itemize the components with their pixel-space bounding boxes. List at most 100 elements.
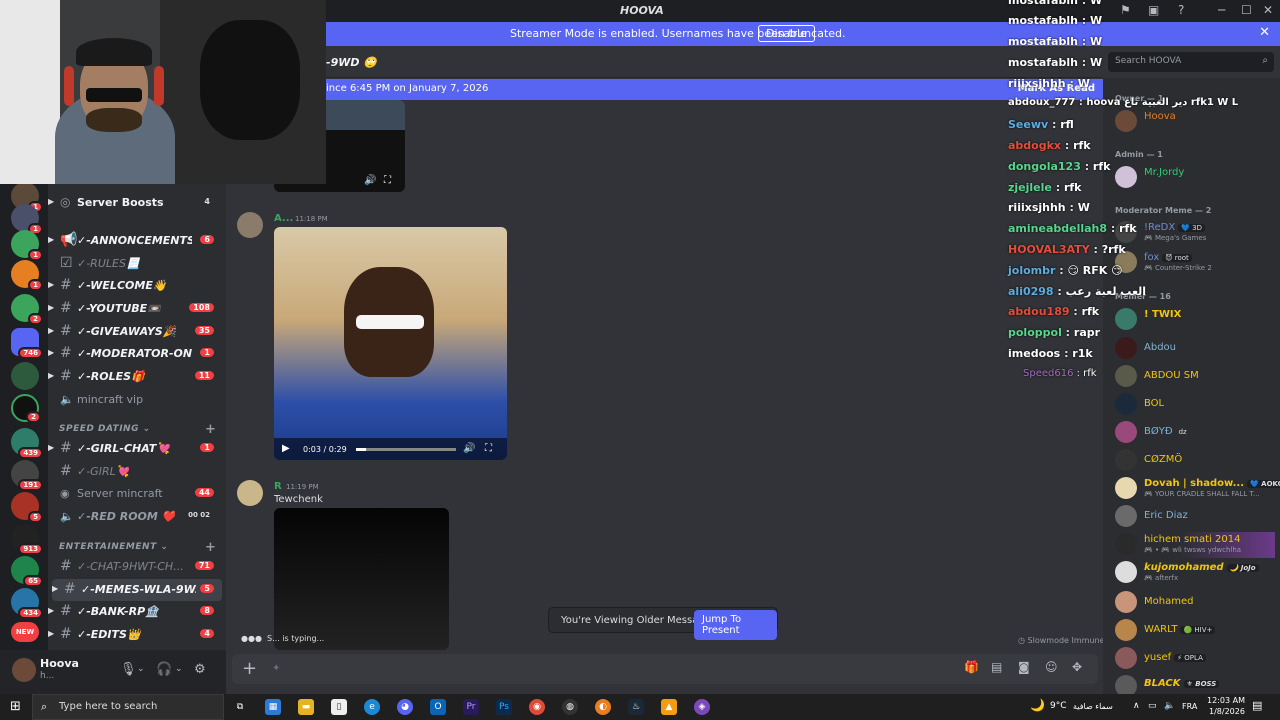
volume-icon[interactable]: 🔈 — [1164, 701, 1175, 711]
member-item[interactable]: fox 😈 root 🎮 Counter-Strike 2 — [1115, 250, 1275, 276]
video-embed[interactable] — [274, 508, 449, 650]
steam-icon[interactable]: ♨ — [628, 699, 644, 715]
member-item[interactable]: BLACK ⚜ BOSS — [1115, 674, 1275, 694]
member-item[interactable]: hichem smati 2014 🎮 • 🎮 wli twsws ydwchlh… — [1115, 532, 1275, 558]
channel-item[interactable]: ▶ # ✓-EDITS👑 4 — [48, 624, 226, 646]
server-icon[interactable]: 191 — [11, 460, 43, 491]
chevron-down-icon[interactable]: ⌄ — [137, 664, 145, 674]
maximize-button[interactable]: ☐ — [1241, 3, 1252, 17]
server-icon[interactable]: 1 — [11, 230, 43, 261]
task-view-icon[interactable]: ⧉ — [232, 699, 248, 715]
video-progress[interactable] — [356, 448, 456, 451]
discord-icon[interactable]: ◕ — [397, 699, 413, 715]
server-icon[interactable]: 2 — [11, 394, 41, 423]
video-embed[interactable]: ▶ 0:03 / 0:29 🔊 ⛶ — [274, 227, 507, 460]
channel-item[interactable]: ▶ # ✓-ROLES🎁 11 — [48, 366, 226, 388]
channel-item[interactable]: ▶ # ✓-BANK-RP🏦 8 — [48, 601, 226, 623]
weather-icon[interactable]: 🌙 — [1030, 698, 1045, 712]
network-icon[interactable]: ▭ — [1148, 701, 1157, 711]
member-item[interactable]: kujomohamed 🌙 JoJo 🎮 afterfx — [1115, 560, 1275, 586]
server-icon[interactable]: 1 — [11, 204, 43, 235]
member-item[interactable]: yusef ⚡ OPLA — [1115, 646, 1275, 672]
volume-icon[interactable]: 🔊 — [364, 175, 376, 186]
channel-item[interactable]: ▶ # ✓-WELCOME👋 — [48, 275, 226, 297]
server-icon[interactable]: 913 — [11, 524, 43, 555]
server-icon[interactable]: 439 — [11, 428, 43, 459]
member-item[interactable]: WARLT 🟢 HIV+ — [1115, 618, 1275, 644]
headphones-icon[interactable]: 🎧 — [156, 662, 172, 677]
sticker-icon[interactable]: ◙ — [1018, 660, 1030, 674]
windows-start-icon[interactable]: ⊞ — [10, 699, 21, 714]
member-item[interactable]: BOL — [1115, 392, 1275, 418]
clock-time[interactable]: 12:03 AM — [1207, 696, 1245, 705]
category-header[interactable]: SPEED DATING ⌄ + — [59, 422, 216, 437]
member-item[interactable]: Eric Diaz — [1115, 504, 1275, 530]
minimize-button[interactable]: ─ — [1218, 3, 1225, 17]
jump-to-present-button[interactable]: Jump To Present — [694, 610, 777, 640]
store-icon[interactable]: ▦ — [265, 699, 281, 715]
member-item[interactable]: !ReDX 💙 3D 🎮 Mega's Games — [1115, 220, 1275, 246]
clock-date[interactable]: 1/8/2026 — [1209, 707, 1245, 716]
disable-button[interactable]: Disable — [758, 25, 815, 42]
member-item[interactable]: Hoova — [1115, 109, 1275, 135]
photoshop-icon[interactable]: Ps — [496, 699, 512, 715]
channel-item[interactable]: # ✓-GIRL💘 — [48, 461, 226, 483]
member-item[interactable]: BØYĐ dz — [1115, 420, 1275, 446]
taskbar-search[interactable]: ⌕ Type here to search — [32, 694, 224, 720]
fullscreen-icon[interactable]: ⛶ — [485, 443, 492, 454]
server-icon[interactable] — [11, 362, 39, 390]
emoji-icon[interactable]: ☺ — [1045, 660, 1058, 674]
add-attachment-icon[interactable]: + — [242, 658, 257, 679]
app-icon[interactable]: ▲ — [661, 699, 677, 715]
unread-bar[interactable]: ince 6:45 PM on January 7, 2026 Mark As … — [326, 79, 1103, 100]
member-item[interactable]: Dovah | shadow...💙 AOKO🎮 YOUR CRADLE SHA… — [1115, 476, 1280, 502]
server-icon[interactable]: 65 — [11, 556, 43, 587]
avatar[interactable] — [237, 480, 263, 506]
member-item[interactable]: ! TWIX — [1115, 307, 1275, 333]
outlook-icon[interactable]: O — [430, 699, 446, 715]
screen-icon[interactable]: ▣ — [1148, 3, 1159, 17]
message-author[interactable]: R — [274, 481, 282, 492]
search-input[interactable]: Search HOOVA ⌕ — [1108, 52, 1274, 72]
fullscreen-icon[interactable]: ⛶ — [384, 175, 391, 186]
channel-item[interactable]: ☑ ✓-RULES📃 — [48, 253, 226, 275]
message-author[interactable]: A... — [274, 213, 293, 224]
message-input[interactable]: + ✦ 🎁 ▤ ◙ ☺ ✥ — [232, 654, 1098, 684]
edge-icon[interactable]: e — [364, 699, 380, 715]
channel-item[interactable]: ▶ # ✓-MODERATOR-ON... 1 — [48, 343, 226, 365]
stage-channel-item[interactable]: ◉ Server mincraft 44 — [48, 483, 226, 505]
avatar[interactable] — [237, 212, 263, 238]
notification-icon[interactable]: ▤ — [1252, 699, 1262, 712]
gif-icon[interactable]: ▤ — [991, 660, 1002, 674]
channel-item[interactable]: ▶ # ✓-GIVEAWAYS🎉 35 — [48, 321, 226, 343]
app-icon[interactable]: ◐ — [595, 699, 611, 715]
category-header[interactable]: ENTERTAINEMENT ⌄ + — [59, 540, 216, 555]
member-item[interactable]: Abdou — [1115, 336, 1275, 362]
obs-icon[interactable]: ◍ — [562, 699, 578, 715]
chevron-down-icon[interactable]: ⌄ — [175, 664, 183, 674]
member-item[interactable]: ABDOU SM — [1115, 364, 1275, 390]
new-server-icon[interactable]: NEW — [11, 622, 39, 642]
channel-item-selected[interactable]: ▶ # ✓-MEMES-WLA-9W... 5 — [52, 579, 222, 601]
close-button[interactable]: ✕ — [1263, 3, 1273, 17]
avatar[interactable] — [12, 658, 36, 682]
folder-icon[interactable]: ▬ — [298, 699, 314, 715]
weather-temp[interactable]: 9°C — [1050, 701, 1067, 711]
add-channel-icon[interactable]: + — [205, 540, 216, 555]
server-icon[interactable]: 2 — [11, 294, 43, 325]
tray-chevron-icon[interactable]: ∧ — [1133, 701, 1140, 711]
volume-icon[interactable]: 🔊 — [463, 443, 475, 454]
app-icon[interactable]: ◈ — [694, 699, 710, 715]
apps-icon[interactable]: ✥ — [1072, 660, 1082, 674]
server-boosts[interactable]: ▶ ◎ Server Boosts 4 — [48, 192, 226, 214]
gift-icon[interactable]: 🎁 — [964, 660, 979, 674]
language-indicator[interactable]: FRA — [1182, 702, 1197, 711]
microphone-icon[interactable]: 🎙 — [120, 662, 137, 677]
premiere-icon[interactable]: Pr — [463, 699, 479, 715]
server-icon[interactable]: 1 — [11, 260, 43, 291]
member-item[interactable]: CØZMÖ — [1115, 448, 1275, 474]
server-icon[interactable]: 746 — [11, 328, 43, 359]
chrome-icon[interactable]: ◉ — [529, 699, 545, 715]
channel-item[interactable]: # ✓-CHAT-9HWT-CH... 71 — [48, 556, 226, 578]
file-icon[interactable]: ▯ — [331, 699, 347, 715]
